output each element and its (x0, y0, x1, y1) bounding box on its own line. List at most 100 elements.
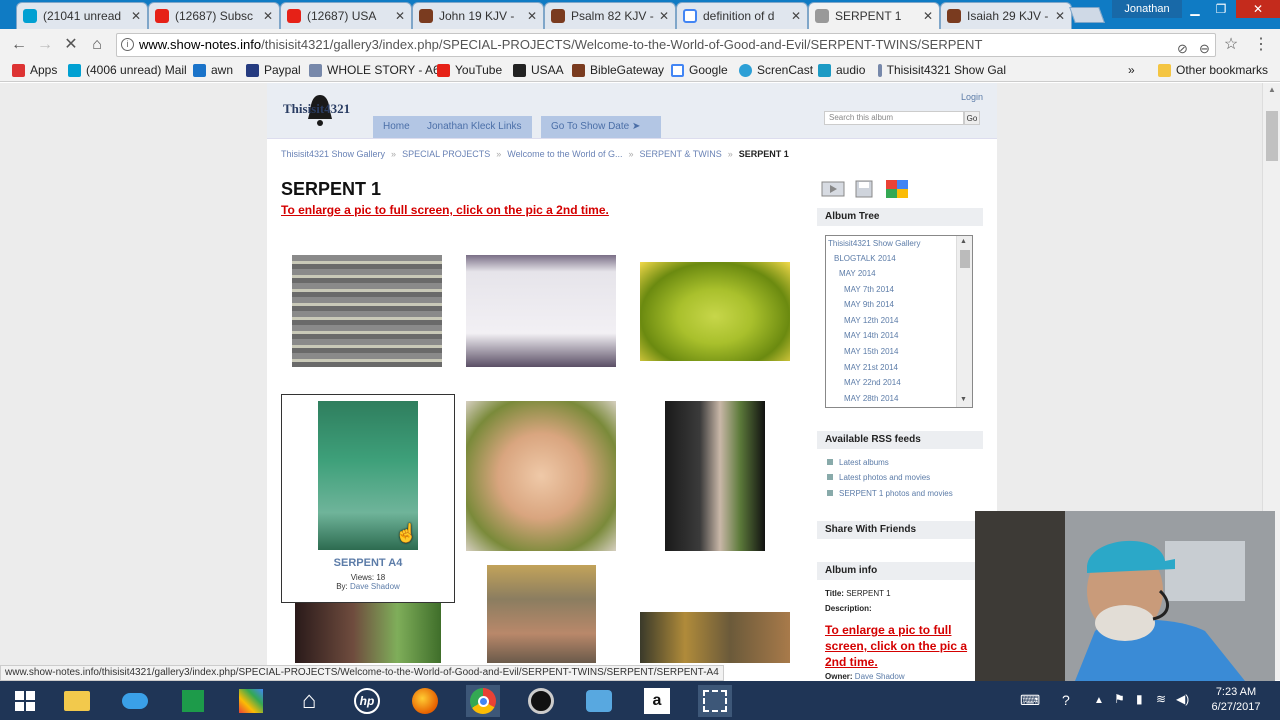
bookmark-youtube[interactable]: YouTube (437, 63, 502, 77)
rss-serpent-1-link[interactable]: SERPENT 1 photos and movies (839, 489, 953, 498)
tree-item[interactable]: Thisisit4321 Show Gallery (828, 239, 920, 248)
tree-scrollbar[interactable]: ▲ ▼ (956, 236, 972, 407)
close-icon[interactable]: ✕ (395, 9, 405, 23)
onedrive-icon[interactable] (118, 685, 152, 717)
action-flag-icon[interactable]: ⚑ (1114, 692, 1125, 706)
rss-latest-photos-link[interactable]: Latest photos and movies (839, 473, 930, 482)
photo-thumbnail-green-snake[interactable] (640, 262, 790, 361)
bookmark-paypal[interactable]: Paypal (246, 63, 301, 77)
close-icon[interactable]: ✕ (659, 9, 669, 23)
volume-icon[interactable]: ◀) (1176, 692, 1189, 706)
bookmark-audio[interactable]: audio (818, 63, 865, 77)
blocked-content-icon[interactable]: ⊘ (1177, 38, 1188, 56)
profile-button[interactable]: Jonathan (1112, 0, 1182, 18)
tree-item[interactable]: MAY 7th 2014 (844, 285, 894, 294)
tree-scroll-thumb[interactable] (960, 250, 970, 268)
photo-thumbnail-egyptian-figures[interactable] (640, 612, 790, 663)
hp-icon[interactable]: hp (350, 685, 384, 717)
tree-item[interactable]: BLOGTALK 2014 (834, 254, 896, 263)
close-icon[interactable]: ✕ (791, 9, 801, 23)
nav-go-to-show-date[interactable]: Go To Show Date ➤ (541, 116, 661, 138)
help-icon[interactable]: ? (1062, 692, 1070, 708)
tree-item[interactable]: MAY 22nd 2014 (844, 378, 901, 387)
tab[interactable]: Isaiah 29 KJV - ✕ (940, 2, 1072, 29)
amazon-icon[interactable]: a (640, 685, 674, 717)
window-close-icon[interactable]: ✕ (1236, 0, 1280, 18)
address-bar[interactable]: i www.show-notes.info/thisisit4321/galle… (116, 33, 1216, 57)
photo-thumbnail-green-eye-makeup[interactable] (295, 603, 441, 663)
tab[interactable]: definition of d ✕ (676, 2, 808, 29)
breadcrumb-item[interactable]: SPECIAL PROJECTS (402, 149, 490, 159)
share-heading[interactable]: Share With Friends (817, 521, 983, 539)
forward-arrow-icon[interactable]: → (34, 34, 56, 56)
photo-owner-link[interactable]: Dave Shadow (350, 582, 400, 591)
network-app-icon[interactable] (582, 685, 616, 717)
windows-start-icon[interactable] (8, 685, 42, 717)
show-hidden-icons-chevron-icon[interactable]: ▲ (1094, 695, 1104, 706)
bookmark-apps[interactable]: Apps (12, 63, 57, 77)
download-icon[interactable] (853, 179, 877, 199)
tree-item[interactable]: MAY 9th 2014 (844, 300, 894, 309)
nav-home[interactable]: Home (373, 116, 420, 138)
search-go-button[interactable]: Go (964, 111, 980, 125)
bookmark-google[interactable]: Google (671, 63, 728, 77)
new-tab-button[interactable] (1069, 7, 1105, 23)
page-scroll-thumb[interactable] (1266, 111, 1278, 161)
chrome-icon[interactable] (466, 685, 500, 717)
other-bookmarks[interactable]: Other bookmarks (1158, 63, 1268, 77)
site-logo[interactable]: Thisisit4321 (283, 101, 350, 117)
menu-icon[interactable]: ⋮ (1250, 34, 1272, 56)
bookmark-usaa[interactable]: USAA (513, 63, 564, 77)
photo-thumbnail-scripture-text[interactable] (292, 255, 442, 367)
bookmark-show-gallery[interactable]: Thisisit4321 Show Gal (878, 63, 1006, 77)
album-tree[interactable]: Thisisit4321 Show Gallery BLOGTALK 2014 … (825, 235, 973, 408)
breadcrumb-item[interactable]: SERPENT & TWINS (640, 149, 722, 159)
wifi-icon[interactable]: ≋ (1156, 692, 1166, 706)
photo-title[interactable]: SERPENT A4 (282, 557, 454, 569)
tab[interactable]: Psalm 82 KJV - ✕ (544, 2, 676, 29)
tab[interactable]: John 19 KJV - ✕ (412, 2, 544, 29)
close-icon[interactable]: ✕ (527, 9, 537, 23)
photo-thumbnail-child-face-paint[interactable] (466, 401, 616, 551)
close-icon[interactable]: ✕ (263, 9, 273, 23)
keyboard-icon[interactable]: ⌨ (1020, 692, 1040, 709)
selected-photo-card[interactable]: SERPENT A4 Views: 18 By: Dave Shadow (281, 394, 455, 603)
login-link[interactable]: Login (961, 92, 983, 102)
store-icon[interactable] (176, 685, 210, 717)
system-clock[interactable]: 7:23 AM 6/27/2017 (1196, 685, 1276, 715)
search-input[interactable]: Search this album (824, 111, 964, 125)
google-photos-icon[interactable] (885, 179, 909, 199)
nav-jonathan-kleck-links[interactable]: Jonathan Kleck Links (417, 116, 532, 138)
scroll-up-icon[interactable]: ▲ (960, 238, 967, 245)
media-player-icon[interactable] (524, 685, 558, 717)
restore-icon[interactable]: ❐ (1208, 0, 1234, 18)
tree-item[interactable]: MAY 28th 2014 (844, 394, 898, 403)
file-explorer-icon[interactable] (60, 685, 94, 717)
tab[interactable]: (21041 unread ✕ (16, 2, 148, 29)
tree-item[interactable]: MAY 15th 2014 (844, 347, 898, 356)
close-icon[interactable]: ✕ (1055, 9, 1065, 23)
photo-thumbnail-screen-text[interactable] (466, 255, 616, 367)
bookmark-screencast[interactable]: ScrenCast (739, 63, 813, 77)
stop-loading-icon[interactable]: ✕ (60, 34, 82, 56)
bookmark-whole-story[interactable]: WHOLE STORY - A6 (309, 63, 440, 77)
breadcrumb-item[interactable]: Welcome to the World of G... (507, 149, 622, 159)
rss-latest-albums-link[interactable]: Latest albums (839, 458, 889, 467)
back-arrow-icon[interactable]: ← (8, 34, 30, 56)
close-icon[interactable]: ✕ (923, 9, 933, 23)
info-icon[interactable]: i (121, 38, 134, 51)
tree-item[interactable]: MAY 21st 2014 (844, 363, 898, 372)
album-info-description[interactable]: To enlarge a pic to full screen, click o… (825, 622, 985, 670)
bookmark-awn[interactable]: awn (193, 63, 233, 77)
snipping-tool-icon[interactable] (698, 685, 732, 717)
breadcrumb-item[interactable]: Thisisit4321 Show Gallery (281, 149, 385, 159)
tree-item[interactable]: MAY 14th 2014 (844, 331, 898, 340)
home-icon[interactable]: ⌂ (292, 685, 326, 717)
bookmark-mail[interactable]: (4006 unread) Mail (68, 63, 187, 77)
photo-app-icon[interactable] (234, 685, 268, 717)
battery-icon[interactable]: ▮ (1136, 692, 1143, 706)
minimize-icon[interactable]: ▁ (1182, 0, 1208, 18)
enlarge-instructions-link[interactable]: To enlarge a pic to full screen, click o… (281, 203, 609, 217)
slideshow-icon[interactable] (821, 179, 845, 199)
bookmarks-overflow-chevron-icon[interactable]: » (1128, 63, 1135, 77)
